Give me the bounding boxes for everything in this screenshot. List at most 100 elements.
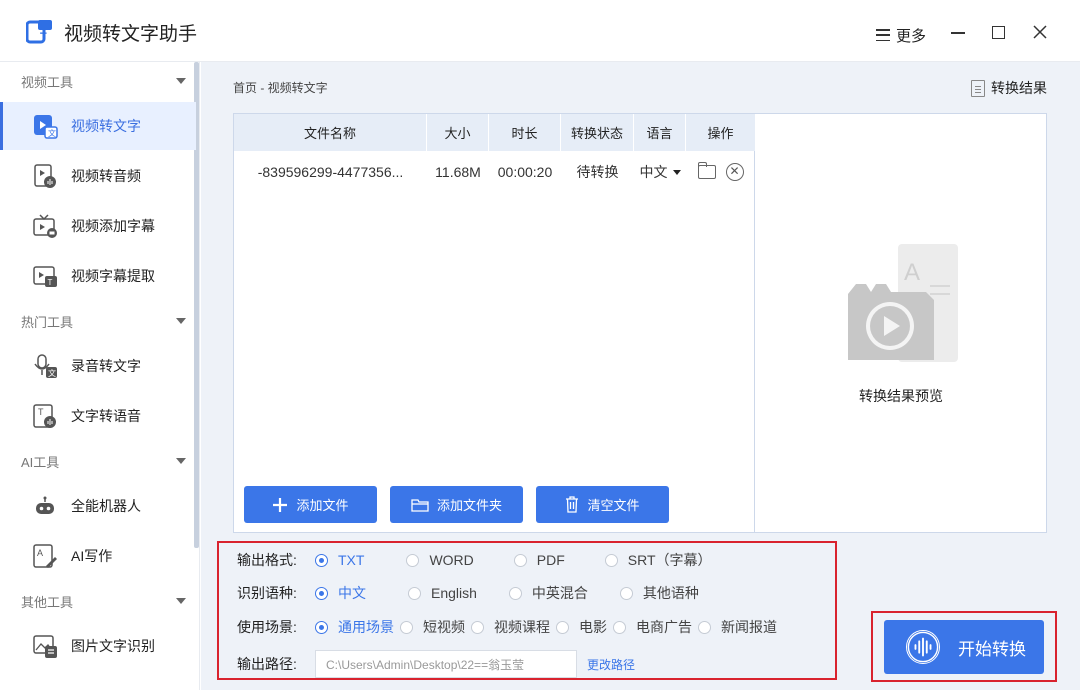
sidebar-item-label: 视频字幕提取 [71,268,155,284]
add-file-button[interactable]: 添加文件 [244,486,377,523]
recognition-language-label: 识别语种: [237,585,297,601]
sidebar-item-ai-writing[interactable]: A AI写作 [0,532,196,580]
svg-text:文: 文 [48,128,56,138]
section-hot-tools[interactable]: 热门工具 [0,303,196,339]
add-file-label: 添加文件 [296,498,349,513]
section-other-tools[interactable]: 其他工具 [0,583,196,619]
language-option-english[interactable]: English [408,585,477,601]
output-path-row: 输出路径: 更改路径 [237,649,635,679]
language-option-mixed[interactable]: 中英混合 [508,583,588,603]
radio-unselected [471,620,484,634]
folder-icon [411,498,429,512]
option-label: 短视频 [423,619,465,635]
image-ocr-icon [33,634,57,658]
sidebar-item-video-to-audio[interactable]: 视频转音频 [0,152,196,200]
chevron-down-icon [176,458,186,464]
menu-icon [876,29,890,41]
maximize-button[interactable] [988,22,1008,42]
sidebar-item-image-ocr[interactable]: 图片文字识别 [0,622,196,670]
close-window-button[interactable] [1030,22,1050,42]
minimize-button[interactable] [948,22,968,42]
svg-text:A: A [37,548,43,558]
file-table: 文件名称 大小 时长 转换状态 语言 操作 -839596299-4477356… [234,114,755,532]
sidebar-item-subtitle-extract[interactable]: T 视频字幕提取 [0,252,196,300]
scene-option-general[interactable]: 通用场景 [315,617,394,637]
radio-unselected [604,553,618,567]
sidebar-item-video-to-text[interactable]: 文 视频转文字 [0,102,196,150]
conversion-results-link[interactable]: 转换结果 [971,78,1047,98]
sidebar-item-label: 视频转音频 [71,168,141,184]
option-label: PDF [536,552,565,568]
option-label: TXT [338,552,365,568]
more-button[interactable]: 更多 [876,24,926,46]
language-option-other[interactable]: 其他语种 [619,583,699,603]
svg-text:文: 文 [48,368,56,378]
format-option-word[interactable]: WORD [406,552,474,568]
ai-writing-icon: A [33,543,57,568]
format-option-srt[interactable]: SRT（字幕） [604,550,712,570]
sidebar-item-label: 录音转文字 [71,358,141,374]
preview-label: 转换结果预览 [859,388,943,404]
clear-files-button[interactable]: 清空文件 [536,486,669,523]
option-label: WORD [429,552,474,568]
column-header-status: 转换状态 [561,114,634,151]
chevron-down-icon [176,78,186,84]
scene-option-movie[interactable]: 电影 [556,617,607,637]
column-header-language: 语言 [634,114,686,151]
sidebar-item-robot[interactable]: 全能机器人 [0,482,196,530]
radio-unselected [619,586,633,600]
output-path-field[interactable] [315,650,577,678]
sidebar: 视频工具 文 视频转文字 视频转音频 视频添加字幕 T 视频字幕提取 热门工具 … [0,62,200,690]
video-text-icon: 文 [34,114,58,139]
section-ai-tools[interactable]: AI工具 [0,443,196,479]
scene-option-short-video[interactable]: 短视频 [400,617,465,637]
language-dropdown[interactable]: 中文 [640,162,681,182]
radio-unselected [406,553,420,567]
format-option-pdf[interactable]: PDF [513,552,565,568]
change-path-link[interactable]: 更改路径 [587,656,635,673]
trash-icon [566,496,579,513]
column-header-size: 大小 [427,114,489,151]
sidebar-item-label: 图片文字识别 [71,638,155,654]
svg-text:T: T [48,278,53,287]
output-options: 输出格式: TXT WORD PDF SRT（字幕） 识别语种: 中文 Engl… [217,541,837,680]
language-option-chinese[interactable]: 中文 [315,583,366,603]
section-video-tools[interactable]: 视频工具 [0,63,196,99]
start-button-highlight: 开始转换 [871,611,1057,682]
start-conversion-button[interactable]: 开始转换 [884,620,1044,674]
format-option-txt[interactable]: TXT [315,552,364,568]
plus-icon [273,497,288,512]
option-label: 电商广告 [636,619,692,635]
table-row[interactable]: -839596299-4477356... 11.68M 00:00:20 待转… [234,151,755,193]
subtitle-extract-icon: T [33,265,57,287]
add-folder-button[interactable]: 添加文件夹 [390,486,523,523]
section-label: 视频工具 [21,74,74,90]
open-folder-icon[interactable] [697,162,716,179]
video-audio-icon [34,163,56,188]
sidebar-item-recording-to-text[interactable]: 文 录音转文字 [0,342,196,390]
more-label: 更多 [896,27,927,45]
output-path-label: 输出路径: [237,656,297,672]
file-duration: 00:00:20 [497,164,553,180]
radio-selected [315,620,328,634]
file-size: 11.68M [435,164,481,180]
svg-text:T: T [40,31,47,43]
sidebar-item-video-subtitle[interactable]: 视频添加字幕 [0,202,196,250]
section-label: 热门工具 [21,314,74,330]
scene-option-ecommerce[interactable]: 电商广告 [613,617,692,637]
scene-option-news[interactable]: 新闻报道 [698,617,777,637]
preview-area: A 转换结果预览 [756,114,1046,532]
section-label: AI工具 [21,454,60,470]
breadcrumb[interactable]: 首页 - 视频转文字 [233,79,328,96]
recognition-language-row: 识别语种: 中文 English 中英混合 其他语种 [237,583,699,603]
microphone-icon: 文 [34,353,57,378]
option-label: SRT（字幕） [627,552,712,568]
delete-icon[interactable]: ✕ [725,163,744,181]
start-conversion-label: 开始转换 [958,639,1026,659]
main-content: 首页 - 视频转文字 转换结果 文件名称 大小 时长 转换状态 语言 操作 -8… [201,62,1080,690]
caret-down-icon [672,169,681,175]
sidebar-item-text-to-speech[interactable]: T 文字转语音 [0,392,196,440]
scene-option-video-course[interactable]: 视频课程 [471,617,550,637]
actions-cell: ✕ [686,151,755,193]
radio-selected [315,553,328,567]
